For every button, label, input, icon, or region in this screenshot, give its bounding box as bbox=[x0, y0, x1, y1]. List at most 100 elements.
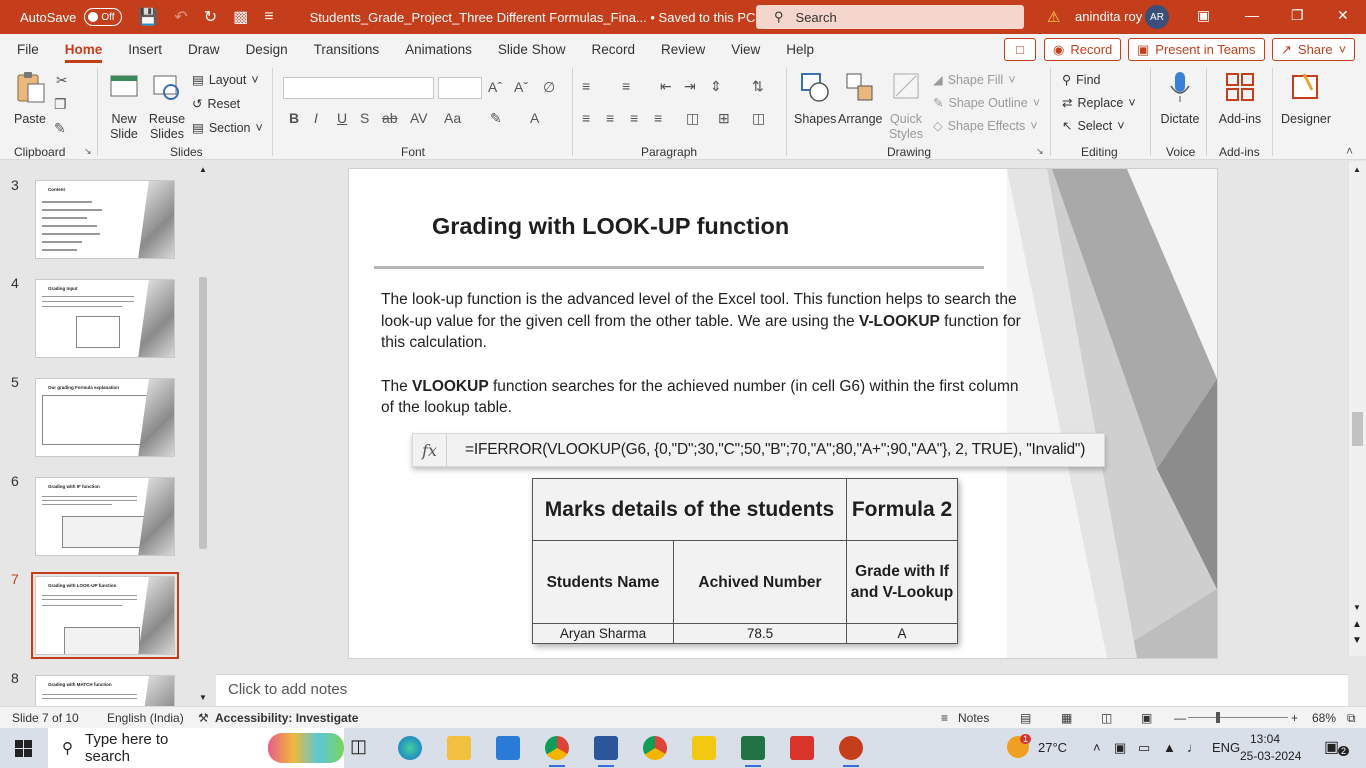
highlight-icon[interactable]: ✎ bbox=[490, 110, 502, 127]
cut-icon[interactable]: ✂ bbox=[56, 72, 68, 89]
warning-icon[interactable]: ⚠ bbox=[1047, 8, 1060, 26]
notes-pane[interactable]: Click to add notes bbox=[216, 674, 1348, 706]
shapes-button[interactable]: Shapes bbox=[794, 70, 836, 127]
scroll-up-icon[interactable]: ▲ bbox=[199, 165, 207, 174]
show-hidden-icons-icon[interactable]: ˄ bbox=[1093, 740, 1101, 755]
avatar[interactable]: AR bbox=[1145, 5, 1169, 29]
present-from-start-icon[interactable]: ▩ bbox=[233, 7, 248, 27]
designer-button[interactable]: Designer bbox=[1278, 70, 1334, 127]
thumbnail-slide-4[interactable]: Grading Input bbox=[35, 279, 175, 358]
scroll-up-icon[interactable]: ▲ bbox=[1353, 165, 1361, 174]
align-center-icon[interactable]: ≡ bbox=[606, 110, 614, 126]
clipboard-launcher-icon[interactable]: ↘ bbox=[84, 146, 92, 157]
next-slide-icon[interactable]: ▼ bbox=[1352, 635, 1362, 646]
align-right-icon[interactable]: ≡ bbox=[630, 110, 638, 126]
network-device-icon[interactable]: ▣ bbox=[1114, 740, 1126, 756]
thumbnail-slide-3[interactable]: Content bbox=[35, 180, 175, 259]
chrome-profile-icon[interactable] bbox=[643, 736, 667, 760]
new-slide-button[interactable]: New Slide bbox=[106, 70, 142, 142]
fit-to-window-icon[interactable]: ⧉ bbox=[1347, 711, 1356, 726]
copy-icon[interactable]: ❐ bbox=[54, 96, 67, 113]
paste-button[interactable]: Paste bbox=[10, 70, 50, 127]
change-case-icon[interactable]: Aa bbox=[444, 110, 461, 126]
font-size-field[interactable] bbox=[438, 77, 482, 99]
tab-review[interactable]: Review bbox=[648, 34, 718, 64]
holi-search-highlight-icon[interactable] bbox=[268, 733, 344, 763]
notes-toggle[interactable]: Notes bbox=[958, 711, 989, 725]
task-view-icon[interactable]: ◫ bbox=[350, 736, 374, 760]
scroll-down-icon[interactable]: ▼ bbox=[199, 693, 207, 702]
italic-icon[interactable]: I bbox=[314, 110, 318, 126]
dictate-button[interactable]: Dictate bbox=[1158, 70, 1202, 127]
layout-button[interactable]: ▤ Layout ˅ bbox=[192, 72, 259, 88]
slide-body-text[interactable]: The look-up function is the advanced lev… bbox=[381, 289, 1031, 441]
zoom-out-icon[interactable]: — bbox=[1174, 711, 1186, 725]
record-button[interactable]: ◉ Record bbox=[1044, 38, 1122, 61]
thumbnail-slide-8[interactable]: Grading with MATCH function bbox=[35, 675, 175, 706]
tab-slide-show[interactable]: Slide Show bbox=[485, 34, 579, 64]
add-ins-button[interactable]: Add-ins bbox=[1214, 70, 1266, 127]
zoom-in-icon[interactable]: + bbox=[1291, 711, 1298, 725]
language-status[interactable]: English (India) bbox=[107, 711, 184, 725]
zoom-slider[interactable] bbox=[1188, 717, 1288, 718]
tab-home[interactable]: Home bbox=[52, 34, 116, 64]
ribbon-display-icon[interactable]: ▣ bbox=[1197, 7, 1210, 24]
increase-font-icon[interactable]: Aˆ bbox=[488, 79, 502, 95]
restore-icon[interactable]: ❐ bbox=[1291, 7, 1304, 24]
tab-file[interactable]: File bbox=[4, 34, 52, 64]
windows-start-icon[interactable] bbox=[15, 740, 32, 757]
decrease-font-icon[interactable]: Aˇ bbox=[514, 79, 528, 95]
accessibility-status[interactable]: Accessibility: Investigate bbox=[215, 711, 358, 725]
tab-draw[interactable]: Draw bbox=[175, 34, 233, 64]
strikethrough-icon[interactable]: ab bbox=[382, 110, 398, 126]
zoom-level[interactable]: 68% bbox=[1312, 711, 1336, 725]
document-title[interactable]: Students_Grade_Project_Three Different F… bbox=[310, 10, 756, 25]
align-text-icon[interactable]: ⊞ bbox=[718, 110, 730, 127]
collapse-ribbon-icon[interactable]: ˄ bbox=[1346, 144, 1353, 158]
slide-show-view-icon[interactable]: ▣ bbox=[1141, 711, 1152, 725]
zoom-slider-thumb[interactable] bbox=[1216, 712, 1220, 723]
thumbnail-slide-6[interactable]: Grading with IF function bbox=[35, 477, 175, 556]
marks-table[interactable]: Marks details of the students Formula 2 … bbox=[532, 478, 958, 644]
tab-record[interactable]: Record bbox=[578, 34, 648, 64]
temperature[interactable]: 27°C bbox=[1038, 740, 1067, 755]
present-in-teams-button[interactable]: ▣ Present in Teams bbox=[1128, 38, 1265, 61]
clock-time[interactable]: 13:04 bbox=[1250, 732, 1280, 746]
shape-fill-button[interactable]: ◢ Shape Fill ˅ bbox=[933, 72, 1016, 88]
normal-view-icon[interactable]: ▤ bbox=[1020, 711, 1031, 725]
mail-icon[interactable] bbox=[496, 736, 520, 760]
replace-button[interactable]: ⇄ Replace ˅ bbox=[1062, 95, 1136, 111]
clock-date[interactable]: 25-03-2024 bbox=[1240, 749, 1301, 763]
select-button[interactable]: ↖ Select ˅ bbox=[1062, 118, 1125, 134]
word-icon[interactable] bbox=[594, 736, 618, 767]
tab-transitions[interactable]: Transitions bbox=[301, 34, 393, 64]
bold-icon[interactable]: B bbox=[289, 110, 299, 126]
thumbnail-slide-7[interactable]: Grading with LOOK-UP function bbox=[31, 572, 179, 659]
edge-icon[interactable] bbox=[398, 736, 422, 760]
undo-icon[interactable]: ↶ bbox=[174, 7, 187, 27]
justify-icon[interactable]: ≡ bbox=[654, 110, 662, 126]
quick-styles-button[interactable]: Quick Styles bbox=[884, 70, 928, 142]
autosave-toggle[interactable]: Off bbox=[84, 8, 123, 26]
powerpoint-icon[interactable] bbox=[839, 736, 863, 767]
font-color-icon[interactable]: A bbox=[530, 110, 539, 126]
arrange-button[interactable]: Arrange bbox=[838, 70, 882, 127]
excel-icon[interactable] bbox=[741, 736, 765, 767]
editor-scrollbar[interactable]: ▲ ▼ ▲ ▼ bbox=[1349, 161, 1366, 656]
line-spacing-icon[interactable]: ⇕ bbox=[710, 78, 722, 95]
find-button[interactable]: ⚲ Find bbox=[1062, 72, 1100, 88]
underline-icon[interactable]: U bbox=[337, 110, 347, 126]
reuse-slides-button[interactable]: Reuse Slides bbox=[148, 70, 186, 142]
character-spacing-icon[interactable]: AV bbox=[410, 110, 428, 126]
power-bi-icon[interactable] bbox=[692, 736, 716, 760]
minimize-icon[interactable]: — bbox=[1245, 7, 1259, 23]
chrome-icon[interactable] bbox=[545, 736, 569, 767]
formula-bar-image[interactable]: fx =IFERROR(VLOOKUP(G6, {0,"D";30,"C";50… bbox=[412, 433, 1105, 467]
smartart-icon[interactable]: ◫ bbox=[752, 110, 765, 127]
reset-button[interactable]: ↺ Reset bbox=[192, 96, 240, 112]
user-name[interactable]: anindita roy bbox=[1075, 9, 1142, 24]
tab-view[interactable]: View bbox=[718, 34, 773, 64]
slide-canvas[interactable]: Grading with LOOK-UP function The look-u… bbox=[349, 169, 1217, 658]
shape-outline-button[interactable]: ✎ Shape Outline ˅ bbox=[933, 95, 1040, 111]
tab-help[interactable]: Help bbox=[773, 34, 827, 64]
